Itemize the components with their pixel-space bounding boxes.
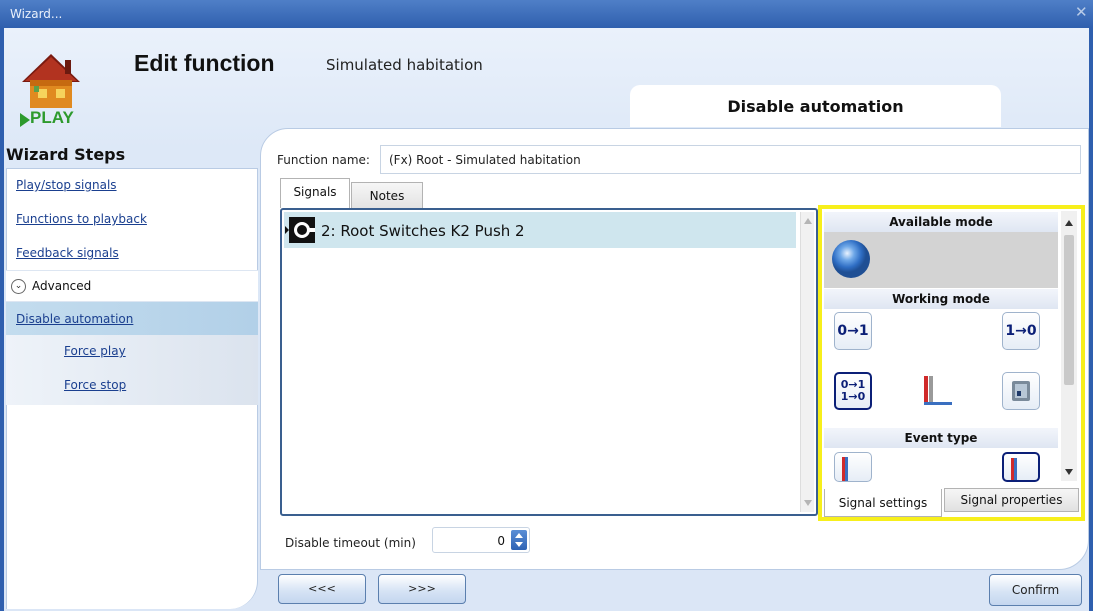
signal-label: 2: Root Switches K2 Push 2 — [321, 222, 525, 240]
sidebar-item-label[interactable]: Feedback signals — [16, 246, 119, 260]
scroll-down-icon[interactable] — [1065, 469, 1073, 475]
available-mode-area — [824, 232, 1058, 288]
tab-signal-settings[interactable]: Signal settings — [824, 489, 942, 517]
sidebar-item-label[interactable]: Play/stop signals — [16, 178, 117, 192]
both-edges-icon-bottom: 1→0 — [840, 390, 866, 403]
settings-scrollbar[interactable] — [1061, 211, 1077, 481]
spinner-icon[interactable] — [511, 530, 527, 550]
confirm-button[interactable]: Confirm — [989, 574, 1082, 606]
function-name-label: Function name: — [277, 153, 370, 167]
window-titlebar: Wizard... ✕ — [0, 0, 1093, 28]
sidebar-item-label[interactable]: Functions to playback — [16, 212, 147, 226]
tab-notes[interactable]: Notes — [351, 182, 423, 208]
falling-edge-icon: 1→0 — [1005, 323, 1037, 339]
scroll-thumb[interactable] — [1064, 235, 1074, 385]
play-house-logo: PLAY — [16, 48, 102, 132]
window-frame-right — [1089, 28, 1093, 611]
signal-settings-panel: Available mode Working mode 0→1 1→0 0→1 … — [818, 205, 1085, 521]
sidebar-group-advanced[interactable]: ⌄ Advanced — [6, 270, 258, 302]
available-mode-heading: Available mode — [824, 212, 1058, 232]
spin-down-icon[interactable] — [515, 542, 523, 547]
signals-list[interactable]: 2: Root Switches K2 Push 2 — [280, 208, 818, 516]
spin-up-icon[interactable] — [515, 533, 523, 538]
switch-icon — [1012, 381, 1030, 401]
chevron-down-icon[interactable]: ⌄ — [11, 279, 26, 294]
sidebar-item-label[interactable]: Disable automation — [16, 312, 133, 326]
window-title: Wizard... — [10, 7, 63, 21]
sidebar-item-label[interactable]: Force stop — [64, 378, 126, 392]
working-mode-heading: Working mode — [824, 289, 1058, 309]
sidebar-item-feedback-signals[interactable]: Feedback signals — [6, 236, 258, 269]
level-mode-button[interactable] — [918, 372, 956, 410]
event-type-heading: Event type — [824, 428, 1058, 448]
both-edges-mode-button[interactable]: 0→1 1→0 — [834, 372, 872, 410]
switch-mode-button[interactable] — [1002, 372, 1040, 410]
disable-timeout-stepper[interactable]: 0 — [432, 527, 530, 553]
level-signal-icon — [924, 376, 952, 405]
scroll-down-icon[interactable] — [804, 500, 812, 506]
rising-edge-icon: 0→1 — [837, 323, 869, 339]
sidebar-group-label: Advanced — [32, 279, 92, 293]
signals-scrollbar[interactable] — [800, 212, 814, 512]
sidebar-item-force-stop[interactable]: Force stop — [6, 370, 258, 403]
sidebar-item-force-play[interactable]: Force play — [6, 336, 258, 369]
current-step-title: Disable automation — [630, 85, 1001, 127]
scroll-up-icon[interactable] — [804, 218, 812, 224]
event-level-selected-icon — [1011, 458, 1017, 480]
sidebar-item-functions-to-playback[interactable]: Functions to playback — [6, 202, 258, 235]
back-button[interactable]: <<< — [278, 574, 366, 604]
page-title: Edit function — [134, 50, 275, 76]
push-button-mode-icon[interactable] — [832, 240, 870, 278]
event-type-button-2[interactable] — [1002, 452, 1040, 482]
both-edges-icon-top: 0→1 — [840, 378, 866, 391]
sidebar-item-disable-automation[interactable]: Disable automation — [6, 302, 258, 335]
falling-edge-mode-button[interactable]: 1→0 — [1002, 312, 1040, 350]
event-level-icon — [842, 457, 848, 481]
tab-signal-properties[interactable]: Signal properties — [944, 488, 1079, 512]
function-name-input[interactable]: (Fx) Root - Simulated habitation — [380, 145, 1081, 174]
push-button-signal-icon — [289, 217, 315, 243]
scroll-up-icon[interactable] — [1065, 220, 1073, 226]
tab-signals[interactable]: Signals — [280, 178, 350, 208]
wizard-steps-title: Wizard Steps — [6, 145, 126, 164]
event-type-button-1[interactable] — [834, 452, 872, 482]
rising-edge-mode-button[interactable]: 0→1 — [834, 312, 872, 350]
close-icon[interactable]: ✕ — [1075, 4, 1089, 20]
next-button[interactable]: >>> — [378, 574, 466, 604]
list-item[interactable]: 2: Root Switches K2 Push 2 — [284, 212, 796, 248]
sidebar-item-label[interactable]: Force play — [64, 344, 126, 358]
sidebar-item-play-stop-signals[interactable]: Play/stop signals — [6, 168, 258, 201]
logo-play-text: PLAY — [30, 108, 74, 127]
disable-timeout-value[interactable]: 0 — [497, 534, 505, 548]
disable-timeout-label: Disable timeout (min) — [285, 536, 416, 550]
page-subtitle: Simulated habitation — [326, 56, 483, 74]
